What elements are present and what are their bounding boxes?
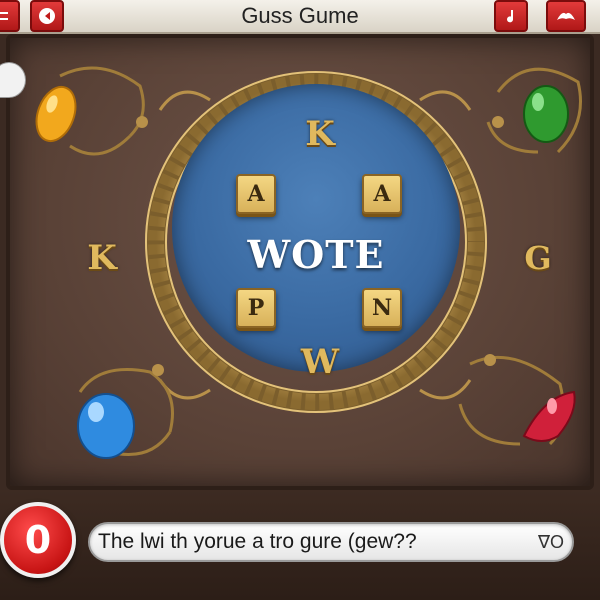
ring-letter-right[interactable]: G xyxy=(520,236,556,280)
ring-letter-top[interactable]: K xyxy=(298,112,342,156)
green-gem-icon xyxy=(486,67,582,154)
red-gem-icon xyxy=(458,354,576,446)
yellow-gem-icon xyxy=(35,66,148,156)
letter-tile-bottom-left[interactable]: P xyxy=(236,288,276,328)
guess-input[interactable]: The lwi th yorue a tro gure (gew?? ∇O xyxy=(88,522,574,562)
letter-tile-top-left[interactable]: A xyxy=(236,174,276,214)
red-gem-frame[interactable] xyxy=(450,344,576,464)
guess-prompt-text: The lwi th yorue a tro gure (gew?? xyxy=(98,530,417,553)
blue-gem-frame[interactable] xyxy=(70,352,190,472)
green-gem-frame[interactable] xyxy=(478,52,598,172)
yellow-gem-frame[interactable] xyxy=(30,56,150,176)
letter-tile-bottom-right[interactable]: N xyxy=(362,288,402,328)
blue-gem-icon xyxy=(77,364,174,459)
score-badge: 0 xyxy=(0,502,76,578)
letter-tile-top-right[interactable]: A xyxy=(362,174,402,214)
guess-submit-icon[interactable]: ∇O xyxy=(538,524,564,560)
ring-letter-bottom[interactable]: W xyxy=(298,340,342,384)
ring-letter-left[interactable]: K xyxy=(80,236,124,280)
center-word: WOTE xyxy=(247,232,385,277)
